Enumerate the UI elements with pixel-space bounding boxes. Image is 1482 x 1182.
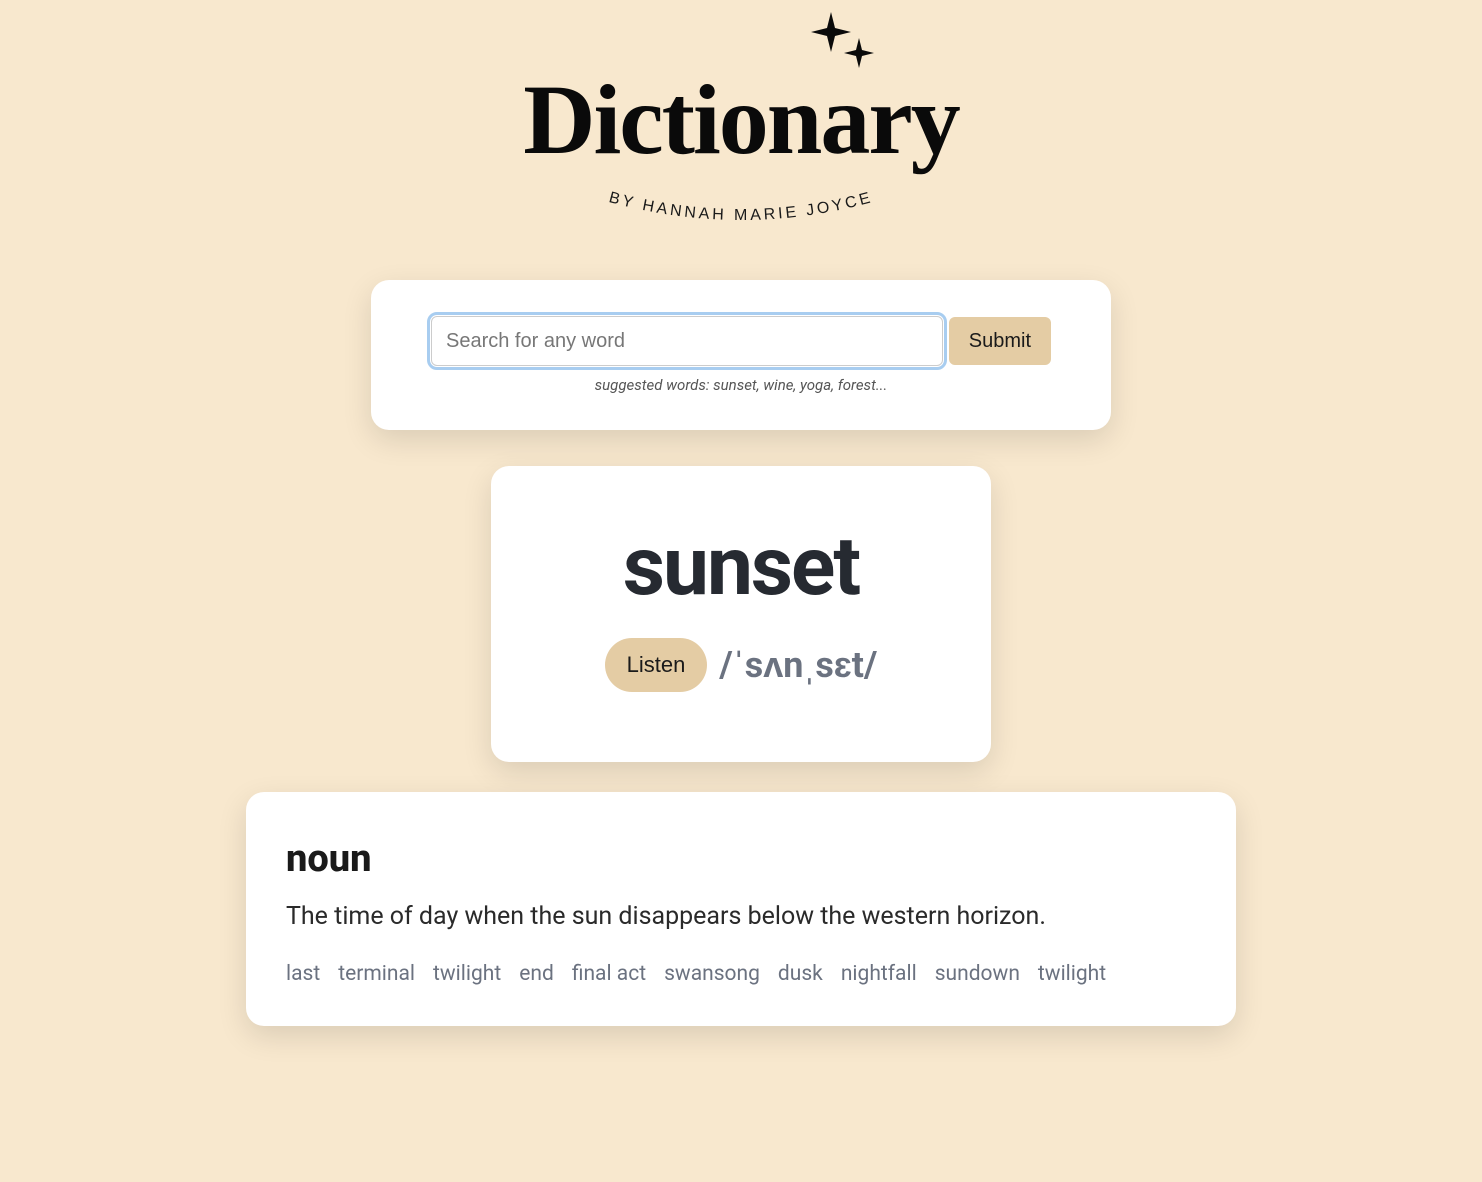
submit-button[interactable]: Submit — [949, 317, 1051, 365]
synonym-item: twilight — [1038, 962, 1106, 986]
logo-title: Dictionary — [523, 70, 958, 170]
synonym-item: swansong — [664, 962, 760, 986]
synonym-item: nightfall — [841, 962, 917, 986]
part-of-speech: noun — [286, 837, 1196, 881]
svg-text:BY HANNAH MARIE JOYCE: BY HANNAH MARIE JOYCE — [607, 189, 875, 224]
sparkle-icon — [809, 10, 879, 84]
byline: BY HANNAH MARIE JOYCE — [541, 180, 941, 240]
listen-button[interactable]: Listen — [605, 638, 708, 692]
word-title: sunset — [531, 526, 951, 608]
synonyms-list: last terminal twilight end final act swansong… — [286, 962, 1196, 986]
word-card: sunset Listen /ˈsʌnˌsɛt/ — [491, 466, 991, 762]
phonetic-text: /ˈsʌnˌsɛt/ — [719, 644, 877, 686]
synonym-item: end — [519, 962, 554, 986]
definition-text: The time of day when the sun disappears … — [286, 899, 1196, 934]
search-input[interactable] — [431, 316, 943, 366]
synonym-item: sundown — [935, 962, 1020, 986]
synonym-item: last — [286, 962, 320, 986]
logo-area: Dictionary BY HANNAH MARIE JOYCE — [523, 20, 958, 240]
definition-card: noun The time of day when the sun disapp… — [246, 792, 1236, 1026]
search-card: Submit suggested words: sunset, wine, yo… — [371, 280, 1111, 430]
synonym-item: final act — [572, 962, 646, 986]
suggested-words: suggested words: sunset, wine, yoga, for… — [431, 376, 1051, 394]
synonym-item: twilight — [433, 962, 501, 986]
synonym-item: terminal — [338, 962, 415, 986]
synonym-item: dusk — [778, 962, 823, 986]
